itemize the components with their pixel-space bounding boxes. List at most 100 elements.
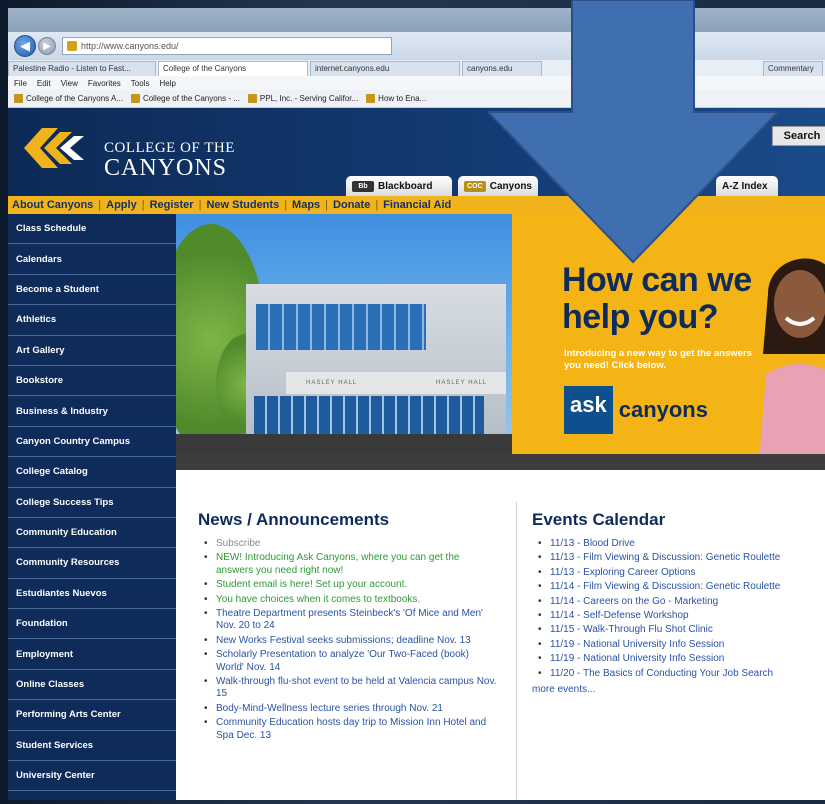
building-windows (254, 396, 484, 434)
column-divider (516, 502, 517, 800)
page-icon (247, 94, 257, 103)
canyons-icon: COC (464, 180, 486, 192)
event-item[interactable]: 11/14 - Careers on the Go - Marketing (532, 596, 822, 609)
nav-donate[interactable]: Donate (333, 199, 370, 211)
tab-blackboard[interactable]: Bb Blackboard (346, 176, 452, 196)
news-item[interactable]: Community Education hosts day trip to Mi… (198, 717, 498, 742)
ask-logo-canyons: canyons (618, 397, 708, 422)
left-nav-item[interactable]: Performing Arts Center (8, 700, 176, 731)
event-item[interactable]: 11/15 - Walk-Through Flu Shot Clinic (532, 624, 822, 637)
college-logo-icon[interactable] (22, 124, 86, 172)
event-item[interactable]: 11/14 - Film Viewing & Discussion: Genet… (532, 581, 822, 594)
nav-separator: | (325, 199, 329, 211)
nav-register[interactable]: Register (150, 199, 194, 211)
news-item[interactable]: New Works Festival seeks submissions; de… (198, 635, 498, 648)
left-nav-item[interactable]: Canyon Country Campus (8, 427, 176, 458)
left-nav-item[interactable]: Community Resources (8, 548, 176, 579)
event-item[interactable]: 11/20 - The Basics of Conducting Your Jo… (532, 668, 822, 681)
left-nav-item[interactable]: Athletics (8, 305, 176, 336)
nav-new-students[interactable]: New Students (206, 199, 279, 211)
event-item[interactable]: 11/13 - Exploring Career Options (532, 567, 822, 580)
logo-line2: CANYONS (104, 155, 228, 181)
news-item[interactable]: You have choices when it comes to textbo… (198, 594, 498, 607)
nav-financial-aid[interactable]: Financial Aid (383, 199, 451, 211)
events-section: Events Calendar 11/13 - Blood Drive 11/1… (532, 510, 822, 695)
building-windows (256, 304, 426, 350)
favorite-label: How to Ena... (378, 94, 427, 103)
left-nav-item[interactable]: Community Education (8, 518, 176, 549)
event-item[interactable]: 11/13 - Film Viewing & Discussion: Genet… (532, 552, 822, 565)
news-subscribe-link[interactable]: Subscribe (198, 538, 498, 551)
favorite-label: PPL, Inc. - Serving Califor... (259, 94, 359, 103)
event-item[interactable]: 11/19 - National University Info Session (532, 639, 822, 652)
left-nav-item[interactable]: College Catalog (8, 457, 176, 488)
menu-tools[interactable]: Tools (131, 79, 150, 88)
left-nav-item[interactable]: Student Services (8, 731, 176, 762)
events-heading: Events Calendar (532, 510, 666, 529)
building: HASLEY HALL HASLEY HALL (246, 284, 506, 434)
favorite-link[interactable]: College of the Canyons A... (14, 94, 123, 103)
left-nav-item[interactable]: Employment (8, 639, 176, 670)
address-bar[interactable]: http://www.canyons.edu/ (62, 37, 392, 55)
favorite-link[interactable]: College of the Canyons - ... (130, 94, 240, 103)
campus-building-photo: HASLEY HALL HASLEY HALL (176, 214, 512, 454)
building-sign-band: HASLEY HALL HASLEY HALL (286, 372, 506, 394)
left-nav-item[interactable]: Become a Student (8, 275, 176, 306)
menu-help[interactable]: Help (159, 79, 175, 88)
event-item[interactable]: 11/14 - Self-Defense Workshop (532, 610, 822, 623)
left-nav-item[interactable]: Estudiantes Nuevos (8, 579, 176, 610)
smiling-student-photo (759, 258, 825, 454)
favorite-link[interactable]: PPL, Inc. - Serving Califor... (247, 94, 359, 103)
nav-separator: | (141, 199, 145, 211)
menu-favorites[interactable]: Favorites (88, 79, 121, 88)
news-item[interactable]: Scholarly Presentation to analyze 'Our T… (198, 649, 498, 674)
news-section: News / Announcements Subscribe NEW! Intr… (198, 510, 498, 744)
left-nav-item[interactable]: College Success Tips (8, 488, 176, 518)
banner-intro: Introducing a new way to get the answers… (564, 348, 752, 371)
nav-separator: | (198, 199, 202, 211)
left-nav-item[interactable]: Art Gallery (8, 336, 176, 366)
nav-maps[interactable]: Maps (292, 199, 320, 211)
browser-tab[interactable]: internet.canyons.edu (310, 61, 460, 76)
menu-file[interactable]: File (14, 79, 27, 88)
browser-tab-active[interactable]: College of the Canyons (158, 61, 308, 76)
nav-separator: | (98, 199, 102, 211)
news-item[interactable]: NEW! Introducing Ask Canyons, where you … (198, 552, 498, 577)
search-button[interactable]: Search (772, 126, 825, 146)
events-list: 11/13 - Blood Drive 11/13 - Film Viewing… (532, 538, 822, 680)
menu-edit[interactable]: Edit (37, 79, 51, 88)
back-icon[interactable]: ◀ (14, 35, 36, 57)
left-nav-item[interactable]: Bookstore (8, 366, 176, 397)
ask-logo-box: ask (564, 386, 613, 434)
browser-tab[interactable]: Palestine Radio - Listen to Fast... (8, 61, 156, 76)
menu-view[interactable]: View (61, 79, 78, 88)
ask-canyons-logo[interactable]: ask canyons (564, 386, 708, 434)
news-item[interactable]: Body-Mind-Wellness lecture series throug… (198, 703, 498, 716)
tab-label: Blackboard (378, 180, 433, 192)
left-nav-item[interactable]: Calendars (8, 244, 176, 275)
left-nav-item[interactable]: Foundation (8, 609, 176, 640)
favorite-link[interactable]: How to Ena... (366, 94, 426, 103)
left-nav-item[interactable]: Online Classes (8, 670, 176, 701)
nav-separator: | (284, 199, 288, 211)
news-list: Subscribe NEW! Introducing Ask Canyons, … (198, 538, 498, 742)
banner-headline: How can we help you? (562, 261, 752, 336)
nav-about-canyons[interactable]: About Canyons (12, 199, 93, 211)
favorite-star-icon (14, 94, 23, 103)
event-item[interactable]: 11/13 - Blood Drive (532, 538, 822, 551)
main-content: News / Announcements Subscribe NEW! Intr… (176, 470, 825, 800)
left-nav-item[interactable]: University Center (8, 761, 176, 792)
news-item[interactable]: Theatre Department presents Steinbeck's … (198, 608, 498, 633)
event-item[interactable]: 11/19 - National University Info Session (532, 653, 822, 666)
more-events-link[interactable]: more events... (532, 684, 822, 695)
address-url: http://www.canyons.edu/ (81, 41, 179, 51)
nav-apply[interactable]: Apply (106, 199, 137, 211)
blackboard-icon: Bb (352, 180, 374, 192)
news-item[interactable]: Walk-through flu-shot event to be held a… (198, 676, 498, 701)
news-item[interactable]: Student email is here! Set up your accou… (198, 579, 498, 592)
down-arrow-icon (488, 0, 778, 264)
left-nav-item[interactable]: Class Schedule (8, 214, 176, 245)
left-nav-item[interactable]: Business & Industry (8, 396, 176, 427)
page-icon (366, 94, 376, 103)
forward-icon[interactable]: ▶ (38, 37, 56, 55)
